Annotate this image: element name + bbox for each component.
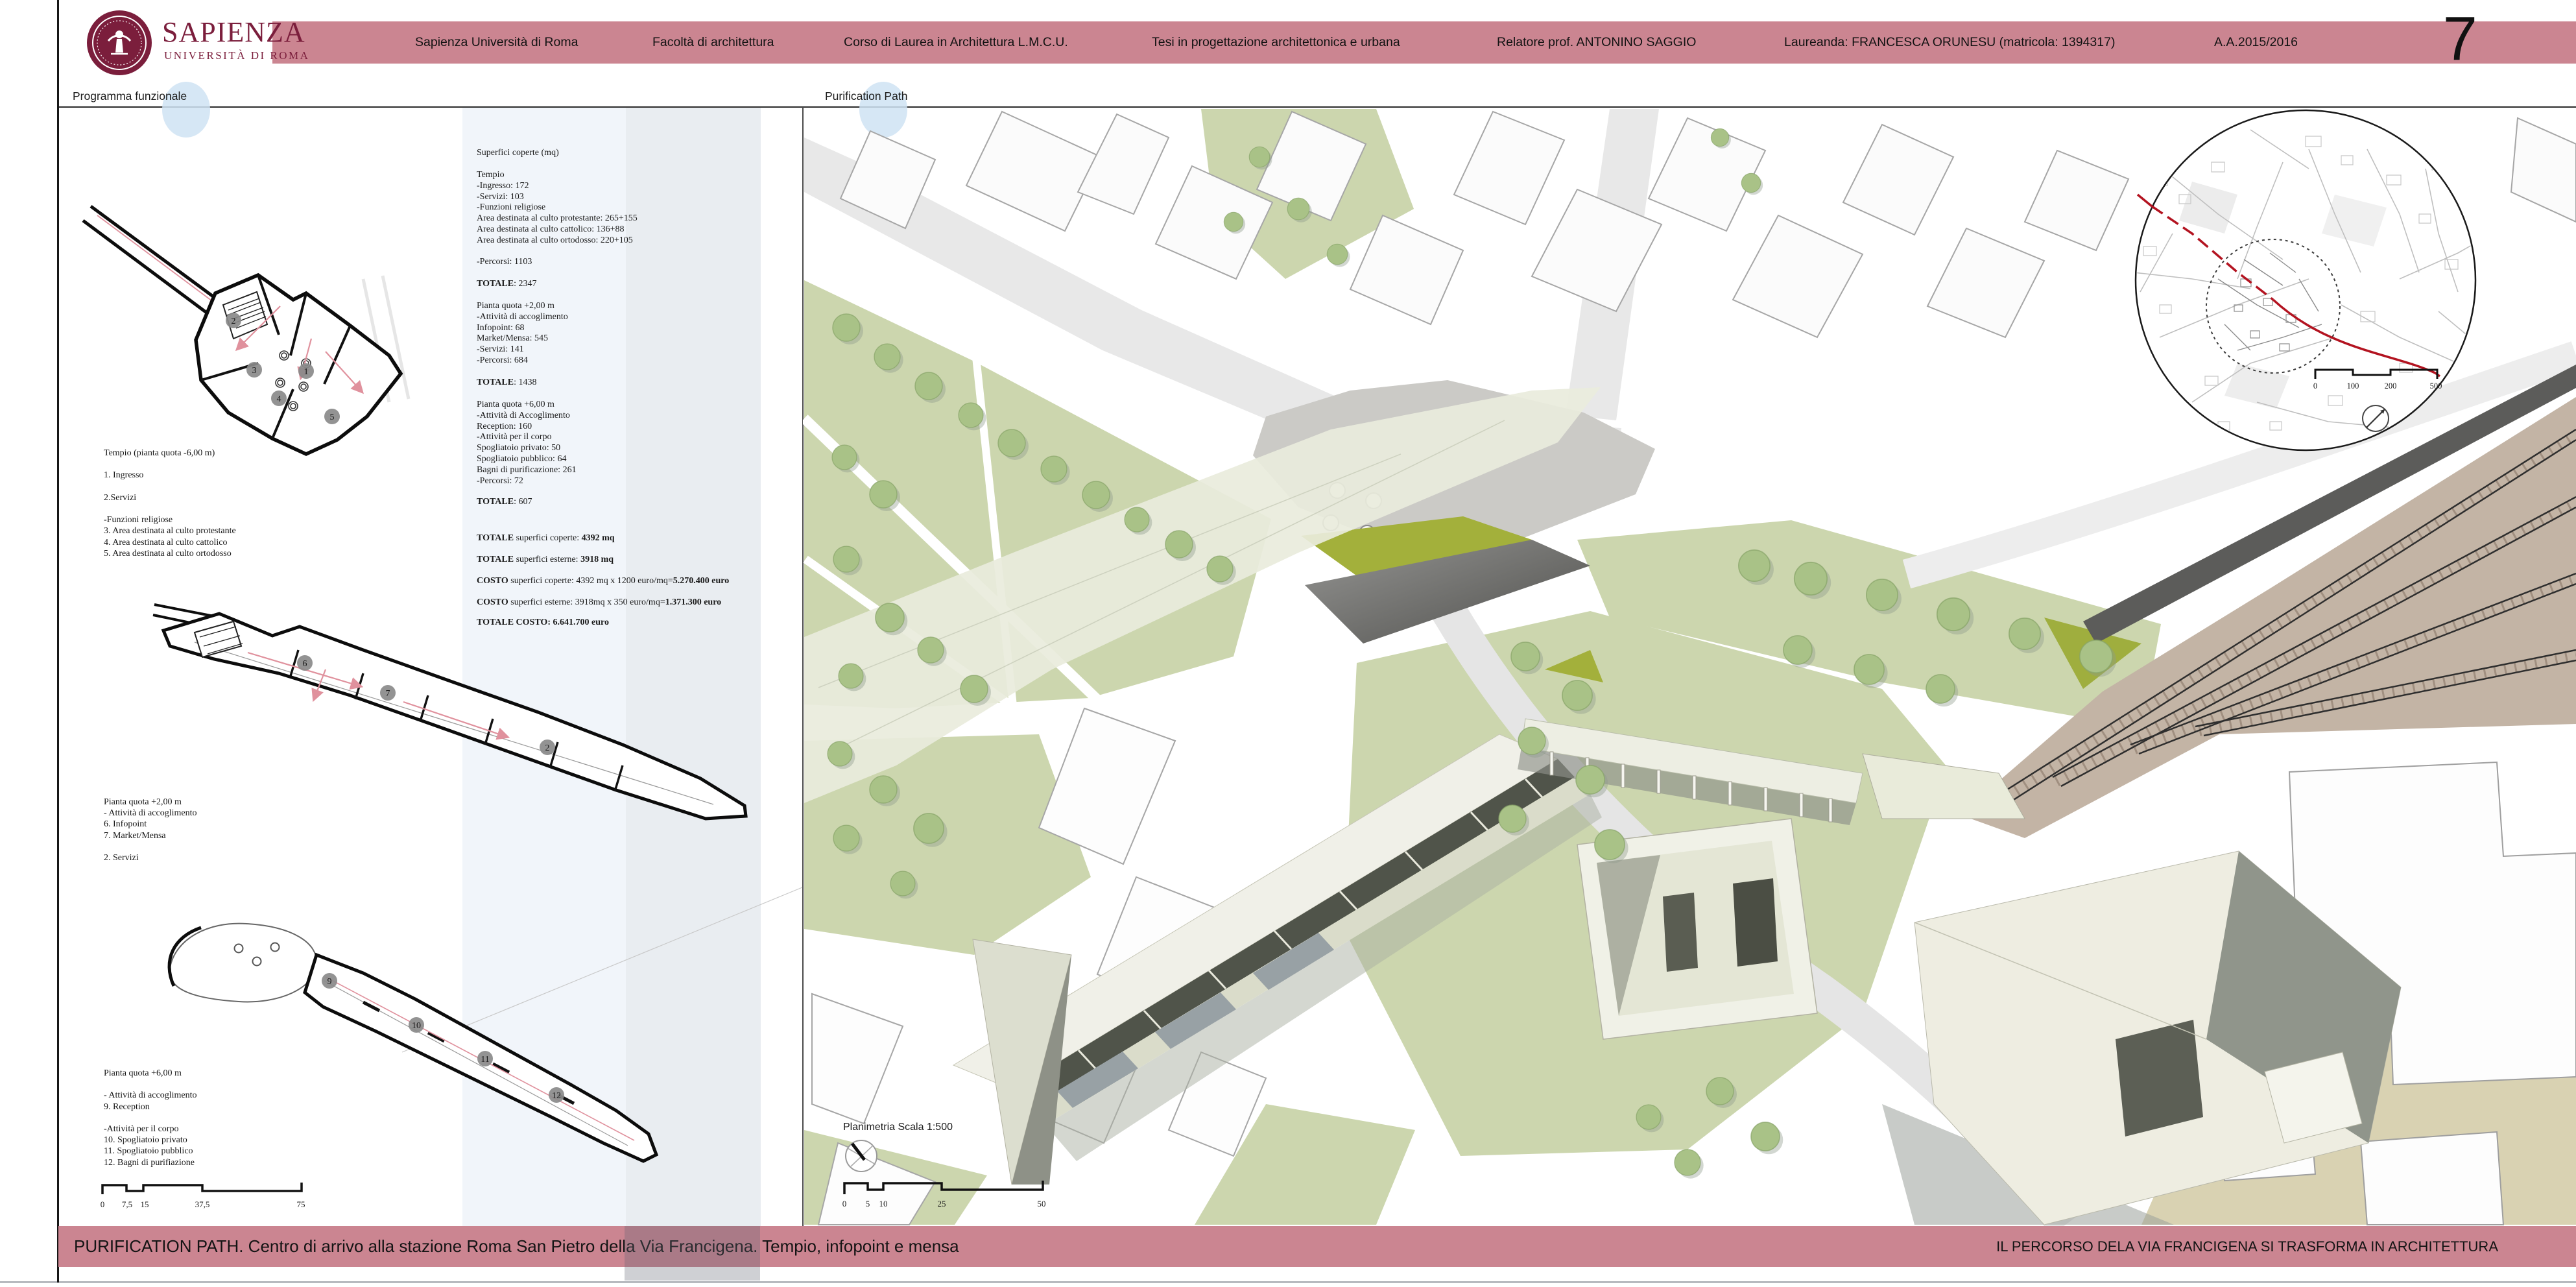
svg-text:5: 5 [330, 413, 335, 422]
section-label-programma: Programma funzionale [73, 90, 187, 103]
svg-text:1: 1 [304, 367, 309, 377]
svg-text:7,5: 7,5 [122, 1199, 132, 1209]
header-bar: Sapienza Università di Roma Facoltà di a… [272, 21, 2576, 64]
board-bottom-rule [0, 1281, 2576, 1283]
costo-coperte: COSTO superfici coperte: 4392 mq x 1200 … [477, 576, 762, 586]
svg-text:3: 3 [252, 366, 257, 376]
surfaces-tempio-block: Tempio -Ingresso: 172 -Servizi: 103 -Fun… [477, 170, 756, 247]
svg-text:12: 12 [552, 1091, 561, 1101]
surfaces-totale-2: TOTALE: 1438 [477, 378, 762, 388]
header-item-relatore: Relatore prof. ANTONINO SAGGIO [1497, 21, 1696, 64]
costo-esterne: COSTO superfici esterne: 3918mq x 350 eu… [477, 597, 762, 608]
logo-subtitle: UNIVERSITÀ DI ROMA [164, 49, 309, 62]
floor-plans-svg: 1 2 3 4 5 6 7 2 9 10 11 12 0 7,5 15 37,5 [21, 107, 803, 1226]
plan3-legend: Pianta quota +6,00 m - Attività di accog… [104, 1068, 383, 1168]
logo-title: SAPIENZA [162, 16, 305, 49]
footer-right-motto: IL PERCORSO DELA VIA FRANCIGENA SI TRASF… [1996, 1226, 2498, 1267]
header-item-laureanda: Laureanda: FRANCESCA ORUNESU (matricola:… [1784, 21, 2115, 64]
svg-text:75: 75 [297, 1199, 305, 1209]
surfaces-percorsi: -Percorsi: 1103 [477, 257, 756, 268]
svg-text:5: 5 [866, 1199, 870, 1209]
totale-costo: TOTALE COSTO: 6.641.700 euro [477, 618, 762, 628]
svg-text:10: 10 [879, 1199, 888, 1209]
header-item-course: Corso di Laurea in Architettura L.M.C.U. [844, 21, 1068, 64]
plan-quota2 [153, 605, 746, 819]
plan-north-icon [846, 1140, 877, 1172]
svg-text:2: 2 [545, 743, 550, 753]
header-item-university: Sapienza Università di Roma [415, 21, 578, 64]
svg-text:4: 4 [277, 394, 281, 404]
surfaces-totale-3: TOTALE: 607 [477, 497, 762, 507]
svg-text:100: 100 [2347, 381, 2359, 391]
svg-text:0: 0 [2313, 381, 2317, 391]
page-number: 7 [2406, 8, 2477, 70]
svg-text:50: 50 [1038, 1199, 1046, 1209]
svg-text:6: 6 [303, 659, 307, 669]
inset-north-icon [2363, 405, 2389, 431]
header-item-year: A.A.2015/2016 [2214, 21, 2298, 64]
svg-text:10: 10 [412, 1021, 421, 1031]
sapienza-emblem-icon [86, 9, 153, 77]
footer-bar: PURIFICATION PATH. Centro di arrivo alla… [58, 1226, 2576, 1267]
header-item-thesis: Tesi in progettazione architettonica e u… [1152, 21, 1400, 64]
svg-text:0: 0 [842, 1199, 847, 1209]
plan-tempio [83, 206, 409, 454]
svg-text:0: 0 [101, 1199, 105, 1209]
svg-text:500: 500 [2430, 381, 2442, 391]
totale-esterne: TOTALE superfici esterne: 3918 mq [477, 555, 762, 565]
plans-scale-bar: 0 7,5 15 37,5 75 [101, 1183, 305, 1209]
svg-text:11: 11 [481, 1055, 489, 1064]
site-plan-svg: 0 100 200 500 Planimetria Scala 1:500 [803, 107, 2576, 1226]
svg-text:Planimetria Scala 1:500: Planimetria Scala 1:500 [843, 1122, 953, 1133]
surfaces-totale-1: TOTALE: 2347 [477, 279, 762, 289]
surfaces-title: Superfici coperte (mq) [477, 148, 756, 159]
surfaces-quota2-block: Pianta quota +2,00 m -Attività di accogl… [477, 301, 756, 367]
svg-text:7: 7 [386, 689, 390, 699]
section-label-purification: Purification Path [825, 90, 907, 103]
svg-text:25: 25 [938, 1199, 946, 1209]
board-left-rule [57, 0, 59, 1282]
footer-grey-strip [625, 1226, 760, 1281]
thesis-board: SAPIENZA UNIVERSITÀ DI ROMA Sapienza Uni… [0, 0, 2576, 1287]
svg-text:2: 2 [232, 317, 236, 326]
surfaces-quota6-block: Pianta quota +6,00 m -Attività di Accogl… [477, 400, 756, 487]
header-item-faculty: Facoltà di architettura [652, 21, 774, 64]
svg-text:200: 200 [2385, 381, 2397, 391]
svg-text:15: 15 [141, 1199, 149, 1209]
svg-text:37,5: 37,5 [195, 1199, 210, 1209]
footer-title: PURIFICATION PATH. Centro di arrivo alla… [74, 1226, 959, 1267]
plan1-legend: Tempio (pianta quota -6,00 m) 1. Ingress… [104, 448, 383, 559]
plan2-legend: Pianta quota +2,00 m - Attività di accog… [104, 797, 383, 863]
svg-text:9: 9 [328, 977, 332, 987]
totale-coperte: TOTALE superfici coperte: 4392 mq [477, 533, 762, 544]
